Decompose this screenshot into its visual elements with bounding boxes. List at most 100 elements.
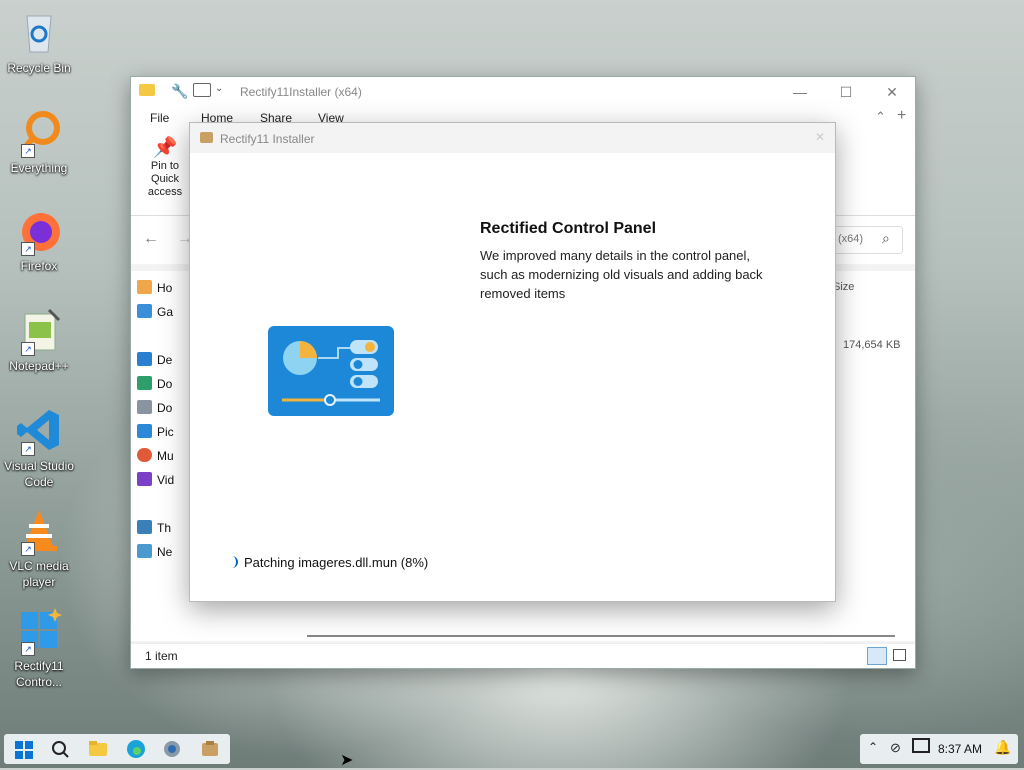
nav-item-this-pc[interactable]: Th — [137, 520, 172, 535]
nav-label: Do — [157, 377, 173, 391]
installer-close-button[interactable]: ✕ — [815, 130, 825, 144]
chevron-up-icon[interactable]: ⌃ — [868, 740, 878, 754]
desktop-icon — [137, 352, 152, 366]
pin-label: Pin to Quick access — [147, 160, 183, 198]
nav-item-home[interactable]: Ho — [137, 280, 173, 295]
taskbar-edge[interactable] — [118, 734, 154, 764]
windows-logo-icon — [15, 741, 33, 759]
desktop-icon-label: VLC media player — [9, 559, 69, 589]
firefox-icon: ↗ — [15, 206, 63, 256]
desktop-icon-firefox[interactable]: ↗ Firefox — [4, 206, 74, 274]
chevron-down-icon[interactable]: ⌄ — [215, 83, 223, 94]
everything-icon: ↗ — [15, 108, 63, 158]
close-button[interactable]: ✕ — [869, 77, 915, 107]
vlc-icon: ↗ — [15, 506, 63, 556]
progress-status: Patching imageres.dll.mun (8%) — [244, 555, 429, 570]
nav-item-gallery[interactable]: Ga — [137, 304, 174, 319]
nav-label: Vid — [157, 473, 175, 487]
videos-icon — [137, 472, 152, 486]
shortcut-arrow-icon: ↗ — [21, 542, 35, 556]
edge-icon — [127, 740, 145, 758]
desktop-icon-label: Recycle Bin — [7, 61, 71, 75]
recycle-bin-icon — [15, 8, 63, 56]
pin-quick-access-button[interactable]: 📌 Pin to Quick access — [137, 135, 193, 199]
nav-item-music[interactable]: Mu — [137, 448, 174, 463]
shortcut-arrow-icon: ↗ — [21, 144, 35, 158]
nav-label: Ho — [157, 281, 173, 295]
desktop-icon-label: Visual Studio Code — [4, 459, 74, 489]
desktop-icon-rectify11[interactable]: ↗ Rectify11 Contro... — [4, 606, 74, 690]
nav-item-desktop[interactable]: De — [137, 352, 173, 367]
installer-titlebar[interactable]: Rectify11 Installer ✕ — [190, 123, 835, 153]
nav-label: Mu — [157, 449, 174, 463]
nav-item-network[interactable]: Ne — [137, 544, 172, 559]
shortcut-arrow-icon: ↗ — [21, 642, 35, 656]
nav-item-documents[interactable]: Do — [137, 400, 172, 415]
properties-icon[interactable]: 🔧 — [171, 83, 188, 100]
home-icon — [137, 280, 152, 294]
status-bar: 1 item — [131, 643, 915, 668]
shortcut-arrow-icon: ↗ — [21, 242, 35, 256]
progress-spinner-icon — [226, 556, 238, 568]
document-icon — [137, 400, 152, 414]
pin-icon: 📌 — [152, 137, 178, 159]
network-status-icon[interactable]: ⊘ — [890, 740, 901, 756]
search-icon — [52, 741, 69, 758]
collapse-ribbon-icon[interactable]: ⌃ — [875, 109, 886, 125]
column-header-size[interactable]: Size — [833, 281, 854, 293]
explorer-titlebar[interactable]: 🔧 ⌄ Rectify11Installer (x64) — ☐ ✕ — [131, 77, 915, 107]
notification-bell-icon[interactable]: 🔔 — [994, 739, 1011, 756]
folder-icon — [139, 84, 155, 96]
desktop-icon-label: Everything — [10, 161, 68, 175]
desktop-icon-vscode[interactable]: ↗ Visual Studio Code — [4, 406, 74, 490]
desktop-icon-everything[interactable]: ↗ Everything — [4, 108, 74, 176]
nav-label: Th — [157, 521, 172, 535]
nav-item-pictures[interactable]: Pic — [137, 424, 174, 439]
details-view-icon[interactable] — [867, 647, 887, 665]
installer-title: Rectify11 Installer — [220, 132, 315, 146]
folder-icon — [89, 741, 107, 756]
new-folder-icon[interactable] — [193, 83, 211, 97]
help-icon[interactable]: + — [897, 107, 906, 125]
tiles-view-icon[interactable] — [893, 649, 906, 661]
nav-label: De — [157, 353, 173, 367]
horizontal-scrollbar[interactable] — [307, 635, 895, 637]
feature-headline: Rectified Control Panel — [480, 220, 657, 237]
shortcut-arrow-icon: ↗ — [21, 342, 35, 356]
desktop-icon-vlc[interactable]: ↗ VLC media player — [4, 506, 74, 590]
rectify11-icon: ↗ — [15, 606, 63, 656]
search-box[interactable]: (x64) ⌕ — [831, 226, 903, 254]
control-panel-icon — [268, 326, 394, 416]
nav-item-downloads[interactable]: Do — [137, 376, 173, 391]
taskbar-file-explorer[interactable] — [80, 734, 116, 764]
display-icon[interactable] — [912, 738, 930, 753]
shortcut-arrow-icon: ↗ — [21, 442, 35, 456]
search-icon: ⌕ — [882, 230, 890, 246]
taskbar-installer[interactable] — [192, 734, 228, 764]
desktop-icon-notepadpp[interactable]: ↗ Notepad++ — [4, 306, 74, 374]
clock[interactable]: 8:37 AM — [938, 742, 982, 756]
desktop-icon-label: Notepad++ — [9, 359, 69, 373]
desktop-icon-label: Firefox — [20, 259, 58, 273]
gear-icon — [164, 741, 180, 757]
start-button[interactable] — [6, 734, 42, 764]
installer-app-icon — [200, 132, 213, 143]
file-size-cell: 174,654 KB — [843, 339, 901, 351]
taskbar: ➤ ⌃ ⊘ 8:37 AM 🔔 — [0, 728, 1024, 769]
nav-label: Ga — [157, 305, 174, 319]
maximize-button[interactable]: ☐ — [823, 77, 869, 107]
nav-label: Pic — [157, 425, 174, 439]
taskbar-settings[interactable] — [154, 734, 190, 764]
notepadpp-icon: ↗ — [15, 306, 63, 356]
network-icon — [137, 544, 152, 558]
nav-item-videos[interactable]: Vid — [137, 472, 175, 487]
pictures-icon — [137, 424, 152, 438]
back-arrow-icon[interactable]: ← — [143, 230, 159, 248]
explorer-title: Rectify11Installer (x64) — [240, 85, 362, 99]
search-text: (x64) — [838, 233, 864, 245]
minimize-button[interactable]: — — [777, 77, 823, 107]
tab-file[interactable]: File — [150, 111, 169, 125]
taskbar-apps — [4, 734, 230, 764]
desktop-icon-recycle-bin[interactable]: Recycle Bin — [4, 8, 74, 76]
search-button[interactable] — [42, 734, 78, 764]
